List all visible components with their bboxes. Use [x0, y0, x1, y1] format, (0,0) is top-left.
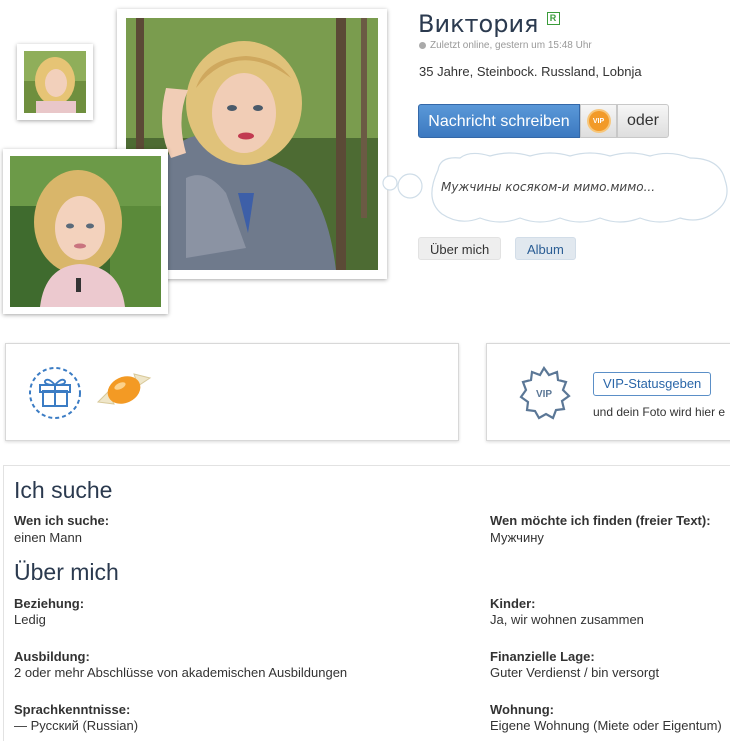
- online-status-text: Zuletzt online, gestern um 15:48 Uhr: [430, 40, 592, 51]
- field-label-relationship: Beziehung:: [14, 596, 85, 611]
- field-value-seeking-who: einen Mann: [14, 530, 82, 545]
- vip-star-label: VIP: [536, 389, 552, 400]
- online-status: Zuletzt online, gestern um 15:48 Uhr: [419, 40, 592, 51]
- status-dot-icon: [419, 42, 426, 49]
- field-value-languages: — Русский (Russian): [14, 718, 139, 733]
- gift-icon[interactable]: [28, 366, 82, 420]
- profile-second-photo-image: [10, 156, 161, 307]
- candy-icon[interactable]: [94, 368, 154, 414]
- profile-name-row: Виктория R: [418, 10, 560, 38]
- tab-album[interactable]: Album: [515, 237, 576, 260]
- write-message-button[interactable]: Nachricht schreiben: [418, 104, 580, 138]
- profile-info-panel: Ich suche Wen ich suche: einen Mann Wen …: [3, 465, 730, 741]
- field-label-finances: Finanzielle Lage:: [490, 649, 595, 664]
- vip-subtitle: und dein Foto wird hier e: [593, 405, 726, 419]
- verified-badge-icon: R: [546, 12, 560, 25]
- status-message: Мужчины косяком-и мимо.мимо...: [441, 180, 656, 194]
- tab-about-me[interactable]: Über mich: [418, 237, 502, 260]
- profile-name: Виктория: [418, 10, 539, 38]
- vip-badge-icon: VIP: [588, 111, 609, 131]
- field-value-seeking-text: Мужчину: [490, 530, 544, 545]
- section-title-seeking: Ich suche: [14, 477, 113, 503]
- field-value-relationship: Ledig: [14, 612, 46, 627]
- profile-details: 35 Jahre, Steinbock. Russland, Lobnja: [419, 64, 642, 79]
- profile-thumbnail[interactable]: [17, 44, 93, 120]
- profile-thumbnail-image: [24, 51, 86, 113]
- vip-gift-button[interactable]: VIP: [580, 104, 617, 138]
- field-label-children: Kinder:: [490, 596, 536, 611]
- field-value-children: Ja, wir wohnen zusammen: [490, 612, 644, 627]
- gifts-card: [5, 343, 459, 441]
- field-value-education: 2 oder mehr Abschlüsse von akademischen …: [14, 665, 348, 680]
- field-label-seeking-who: Wen ich suche:: [14, 513, 110, 528]
- profile-second-photo[interactable]: [3, 149, 168, 314]
- vip-status-button[interactable]: VIP-Statusgeben: [593, 372, 712, 396]
- vip-star-icon: VIP: [519, 366, 571, 420]
- field-label-education: Ausbildung:: [14, 649, 90, 664]
- vip-card: VIP VIP-Statusgeben und dein Foto wird h…: [486, 343, 730, 441]
- field-label-languages: Sprachkenntnisse:: [14, 702, 131, 717]
- or-button[interactable]: oder: [617, 104, 669, 138]
- field-value-housing: Eigene Wohnung (Miete oder Eigentum): [490, 718, 722, 733]
- field-label-seeking-text: Wen möchte ich finden (freier Text):: [490, 513, 711, 528]
- field-value-finances: Guter Verdienst / bin versorgt: [490, 665, 660, 680]
- field-label-housing: Wohnung:: [490, 702, 555, 717]
- section-title-about: Über mich: [14, 559, 119, 585]
